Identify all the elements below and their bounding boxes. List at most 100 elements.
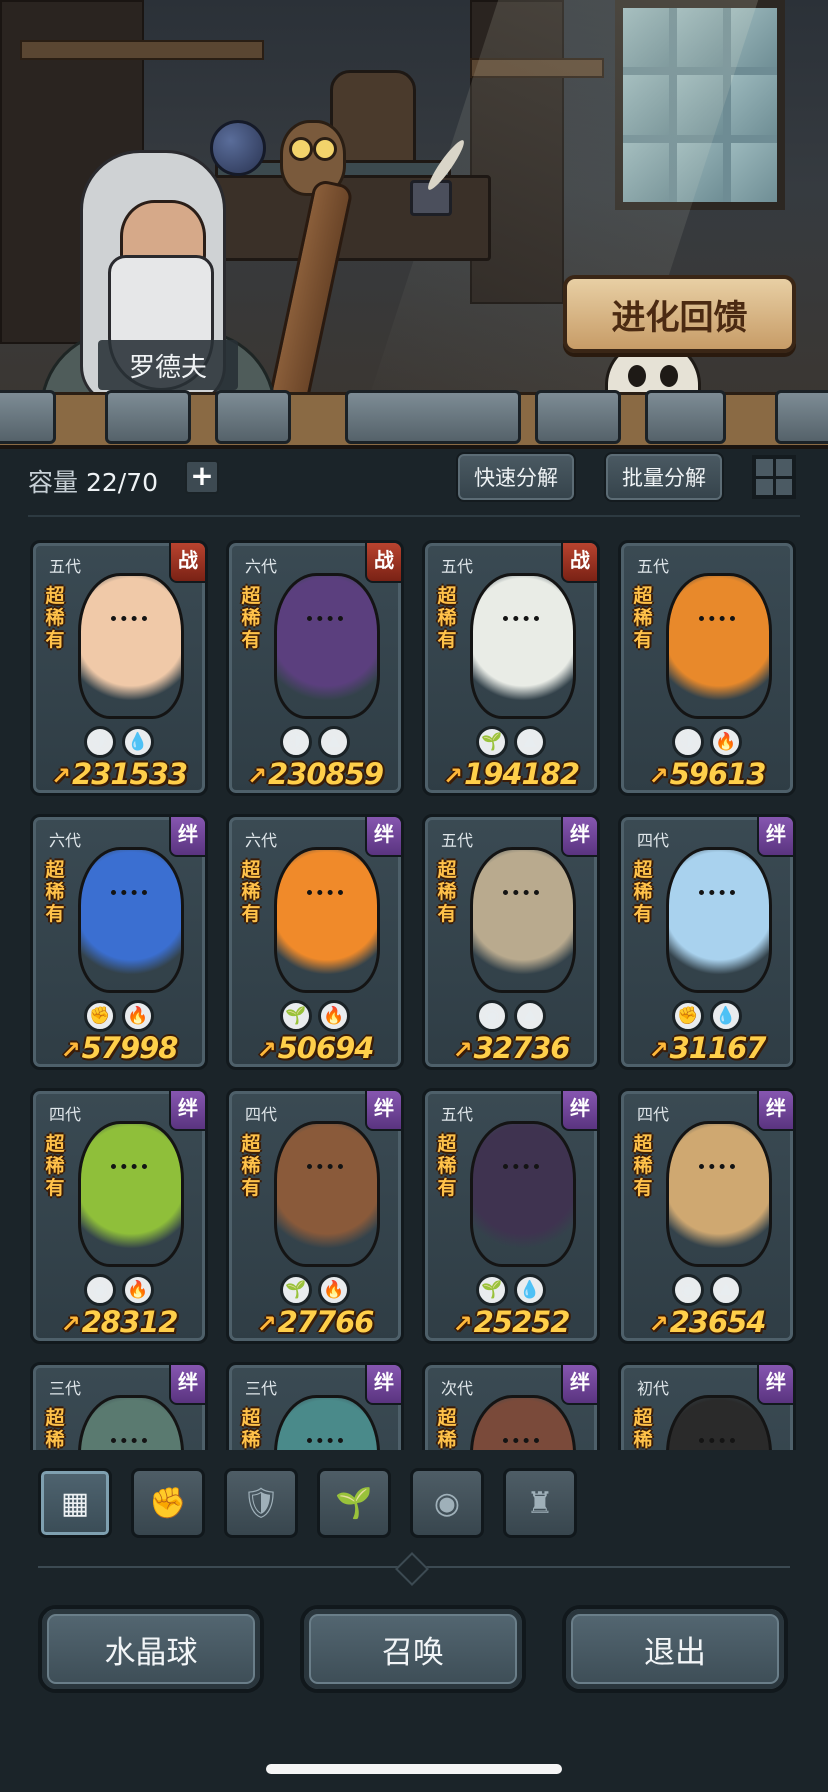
power-icon: ↗ <box>246 762 267 790</box>
header-divider <box>28 515 800 517</box>
attribute-icon: 🌱 <box>280 1000 312 1032</box>
attribute-icon: 🔥 <box>122 1274 154 1306</box>
expand-capacity-button[interactable]: + <box>185 460 219 494</box>
bond-tag: 绊 <box>169 817 205 857</box>
bookshelf <box>20 40 264 60</box>
rarity-label: 超稀有 <box>241 1407 261 1450</box>
pet-card[interactable]: 五代绊超稀有 🌱 💧 ↗25252 <box>422 1088 600 1344</box>
power-value: ↗59613 <box>621 757 793 791</box>
sprout-filter[interactable]: 🌱 <box>317 1468 391 1538</box>
pet-card-grid[interactable]: 五代战超稀有 🛡 💧 ↗231533 六代战超稀有 🛡 ⛰ ↗230859 五代战超稀有 🌱 ⛰ ↗1… <box>0 520 828 1450</box>
capacity: 容量 22/70 <box>28 463 158 499</box>
rarity-label: 超稀有 <box>241 1133 261 1199</box>
rarity-label: 超稀有 <box>437 859 457 925</box>
power-value: ↗25252 <box>425 1305 597 1339</box>
pet-card[interactable]: 五代战超稀有 🌱 ⛰ ↗194182 <box>422 540 600 796</box>
attribute-icon: 🌱 <box>476 726 508 758</box>
attribute-icon: ✊ <box>84 1000 116 1032</box>
pet-portrait <box>274 1121 380 1267</box>
evolve-reward-button[interactable]: 进化回馈 <box>563 275 796 353</box>
power-number: 25252 <box>473 1305 571 1339</box>
all-filter[interactable]: ▦ <box>38 1468 112 1538</box>
quick-decompose-button[interactable]: 快速分解 <box>456 452 576 502</box>
bond-tag: 绊 <box>561 817 597 857</box>
attribute-icon: 🛡 <box>84 726 116 758</box>
pet-card[interactable]: 三代 绊超稀有 <box>226 1362 404 1450</box>
tower-filter[interactable]: ♜ <box>503 1468 577 1538</box>
pet-portrait <box>470 1395 576 1450</box>
generation-label: 五代 <box>441 557 474 576</box>
generation-label: 次代 <box>441 1379 474 1398</box>
attribute-icons: ✊ 💧 <box>621 1000 793 1032</box>
power-number: 57998 <box>81 1031 179 1065</box>
attribute-icons: ✊ 🔥 <box>33 1000 205 1032</box>
power-value: ↗231533 <box>33 757 205 791</box>
generation-label: 五代 <box>441 1105 474 1124</box>
attribute-icon: ⛰ <box>514 1000 546 1032</box>
generation-label: 五代 <box>49 557 82 576</box>
pet-card[interactable]: 五代 超稀有 🛡 🔥 ↗59613 <box>618 540 796 796</box>
pet-card[interactable]: 三代 绊超稀有 <box>30 1362 208 1450</box>
bond-tag: 绊 <box>757 1365 793 1405</box>
attribute-icon: 🛡 <box>280 726 312 758</box>
power-number: 194182 <box>464 757 580 791</box>
attribute-icon: 🛡 <box>672 726 704 758</box>
pet-portrait <box>470 847 576 993</box>
summon-button[interactable]: 召唤 <box>300 1605 526 1693</box>
generation-label: 四代 <box>49 1105 82 1124</box>
pet-card[interactable]: 四代绊超稀有 ◉ ⛰ ↗23654 <box>618 1088 796 1344</box>
exit-button[interactable]: 退出 <box>562 1605 788 1693</box>
pet-portrait <box>470 573 576 719</box>
pet-card[interactable]: 次代 绊超稀有 <box>422 1362 600 1450</box>
pet-card[interactable]: 四代绊超稀有 ✊ 💧 ↗31167 <box>618 814 796 1070</box>
power-value: ↗31167 <box>621 1031 793 1065</box>
rarity-label: 超稀有 <box>633 1133 653 1199</box>
rarity-label: 超稀有 <box>45 1407 65 1450</box>
attribute-icons: 🌱 ⛰ <box>425 726 597 758</box>
power-value: ↗194182 <box>425 757 597 791</box>
rarity-label: 超稀有 <box>45 859 65 925</box>
pet-card[interactable]: 五代绊超稀有 ◉ ⛰ ↗32736 <box>422 814 600 1070</box>
pet-card[interactable]: 五代战超稀有 🛡 💧 ↗231533 <box>30 540 208 796</box>
pet-portrait <box>666 1395 772 1450</box>
attribute-icon: 🔥 <box>318 1274 350 1306</box>
shield-filter[interactable]: 🛡 <box>224 1468 298 1538</box>
power-number: 23654 <box>669 1305 767 1339</box>
pet-card[interactable]: 初代 绊超稀有 <box>618 1362 796 1450</box>
bond-tag: 绊 <box>169 1365 205 1405</box>
power-icon: ↗ <box>648 1036 668 1064</box>
scene-background: 罗德夫 进化回馈 <box>0 0 828 420</box>
attribute-icon: ◉ <box>672 1274 704 1306</box>
all-icon: ▦ <box>60 1485 90 1521</box>
orb-filter[interactable]: ◉ <box>410 1468 484 1538</box>
pet-portrait <box>274 847 380 993</box>
rarity-label: 超稀有 <box>633 585 653 651</box>
grid-view-icon[interactable] <box>752 455 796 499</box>
pet-portrait <box>470 1121 576 1267</box>
fist-filter[interactable]: ✊ <box>131 1468 205 1538</box>
power-icon: ↗ <box>60 1036 80 1064</box>
pet-portrait <box>274 573 380 719</box>
pet-portrait <box>274 1395 380 1450</box>
pet-card[interactable]: 四代绊超稀有 🌱 🔥 ↗27766 <box>226 1088 404 1344</box>
pet-card[interactable]: 六代绊超稀有 ✊ 🔥 ↗57998 <box>30 814 208 1070</box>
generation-label: 五代 <box>637 557 670 576</box>
sprout-icon: 🌱 <box>335 1485 373 1521</box>
pet-card[interactable]: 六代绊超稀有 🌱 🔥 ↗50694 <box>226 814 404 1070</box>
home-indicator[interactable] <box>266 1764 562 1774</box>
power-number: 31167 <box>669 1031 767 1065</box>
pet-portrait <box>666 1121 772 1267</box>
pet-card[interactable]: 四代绊超稀有 ◉ 🔥 ↗28312 <box>30 1088 208 1344</box>
rarity-label: 超稀有 <box>45 585 65 651</box>
power-icon: ↗ <box>256 1036 276 1064</box>
power-number: 50694 <box>277 1031 375 1065</box>
pet-card[interactable]: 六代战超稀有 🛡 ⛰ ↗230859 <box>226 540 404 796</box>
power-icon: ↗ <box>648 1310 668 1338</box>
crystal-ball-button[interactable]: 水晶球 <box>38 1605 264 1693</box>
power-icon: ↗ <box>452 1310 472 1338</box>
batch-decompose-button[interactable]: 批量分解 <box>604 452 724 502</box>
bond-tag: 绊 <box>169 1091 205 1131</box>
battle-tag: 战 <box>169 543 205 583</box>
pet-portrait <box>78 1121 184 1267</box>
attribute-icon: ⛰ <box>318 726 350 758</box>
